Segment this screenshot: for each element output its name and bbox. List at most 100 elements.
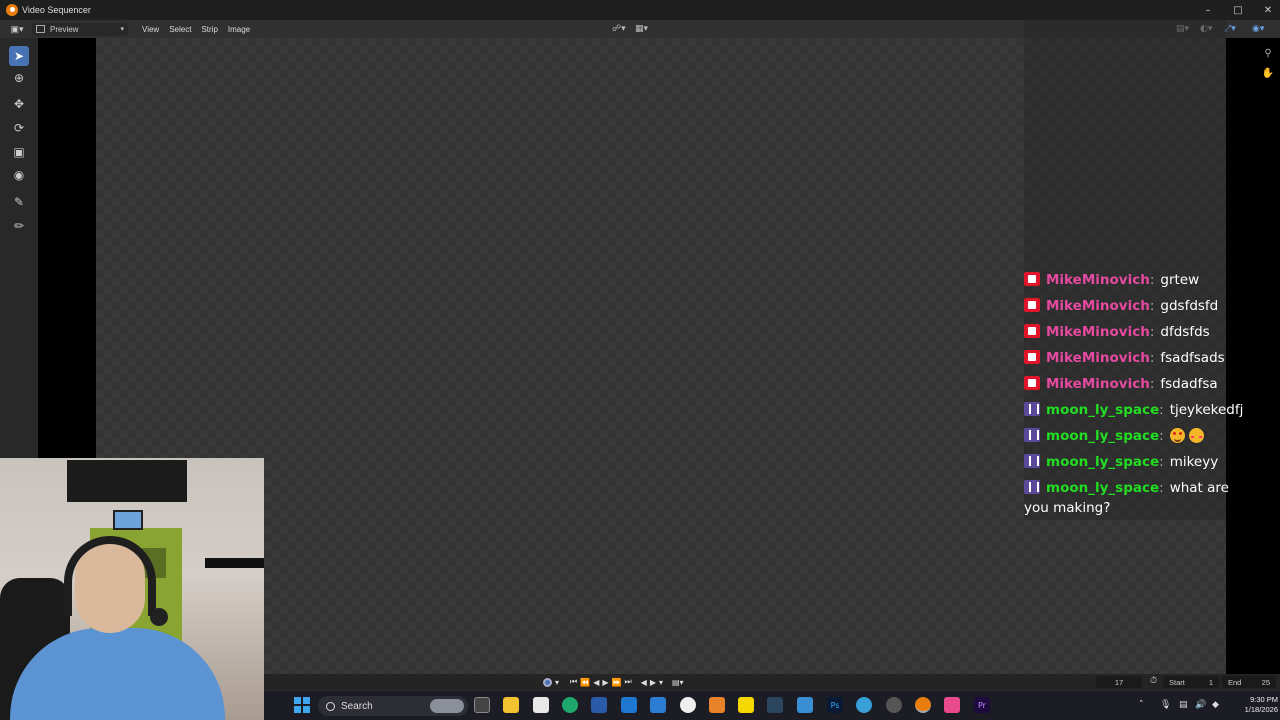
current-frame-field[interactable]: 17 [1096, 676, 1142, 688]
editor-type-menu[interactable]: ▣▾ [8, 23, 26, 35]
maximize-button[interactable]: □ [1223, 0, 1253, 20]
sample-tool-icon[interactable]: ✎ [9, 192, 29, 212]
zoom-icon[interactable]: ⚲ [1260, 48, 1276, 62]
play-reverse-icon[interactable]: ◀ [593, 678, 599, 687]
taskbar-search[interactable]: Search [318, 696, 468, 716]
pan-hand-icon[interactable]: ✋ [1260, 68, 1276, 82]
playback-controls: ▾ ⏮ ⏪ ◀ ▶ ⏩ ⏭ ◀ ▶ ▾ ▤▾ [543, 676, 684, 688]
menu-image[interactable]: Image [228, 25, 250, 34]
select-tool-icon[interactable]: ➤ [9, 46, 29, 66]
app-icon[interactable] [944, 697, 960, 713]
webcam-keyboard [205, 558, 264, 568]
start-frame-field[interactable]: Start 1 [1163, 676, 1219, 688]
chat-message: moon_ly_space: [1024, 426, 1280, 446]
edge-browser-icon[interactable] [562, 697, 578, 713]
chevron-up-icon[interactable]: ˄ [1139, 700, 1144, 710]
chat-username: MikeMinovich [1046, 272, 1150, 288]
menu-select[interactable]: Select [169, 25, 191, 34]
network-icon[interactable]: ▤ [1179, 700, 1188, 710]
move-tool-icon[interactable]: ✥ [9, 94, 29, 114]
transform-tool-icon[interactable]: ◉ [9, 165, 29, 185]
chat-message: MikeMinovich: gdsfdsfd [1024, 296, 1280, 316]
youtube-icon [1024, 272, 1040, 286]
windows-start-icon[interactable] [294, 697, 310, 713]
microphone-tray-icon[interactable]: 🎙 [1160, 700, 1171, 710]
overlay-snap-icon[interactable]: ▦▾ [635, 22, 648, 36]
microphone-icon [150, 608, 168, 626]
snap-icon[interactable]: ☍▾ [612, 22, 626, 36]
chat-message: MikeMinovich: grtew [1024, 270, 1280, 290]
search-label: Search [341, 700, 373, 712]
window-title: Video Sequencer [22, 5, 91, 15]
microsoft-store-icon[interactable] [533, 697, 549, 713]
clock-time: 9:30 PM [1250, 695, 1278, 704]
marker-back-icon[interactable]: ◀ [641, 678, 647, 687]
annotate-tool-icon[interactable]: ✏ [9, 216, 29, 236]
chat-text: gdsfdsfd [1160, 298, 1219, 314]
view-mode-select[interactable]: Preview ▾ [32, 22, 128, 36]
play-icon[interactable]: ▶ [602, 678, 608, 687]
chat-username: moon_ly_space [1046, 454, 1160, 470]
auto-keying-record-button[interactable] [543, 677, 552, 687]
start-label: Start [1169, 677, 1185, 687]
sticky-notes-icon[interactable] [738, 697, 754, 713]
close-button[interactable]: ✕ [1253, 0, 1280, 20]
jump-keyframe-forward-icon[interactable]: ⏩ [612, 678, 622, 687]
chevron-down-icon: ▾ [120, 26, 124, 33]
rotate-tool-icon[interactable]: ⟳ [9, 118, 29, 138]
search-highlight-icon [430, 699, 464, 713]
menu-view[interactable]: View [142, 25, 159, 34]
blender-logo-icon [6, 4, 18, 16]
taskbar-clock[interactable]: 9:30 PM 1/18/2026 [1228, 695, 1278, 715]
search-icon [326, 701, 335, 711]
chevron-down-icon[interactable]: ▾ [555, 678, 559, 687]
marker-forward-icon[interactable]: ▶ [650, 678, 656, 687]
clock-date: 1/18/2026 [1244, 705, 1278, 714]
overlays-icon[interactable]: ◉▾ [1252, 22, 1264, 36]
chat-username: MikeMinovich [1046, 376, 1150, 392]
jump-end-icon[interactable]: ⏭ [624, 677, 631, 687]
end-frame-field[interactable]: End 25 [1222, 676, 1276, 688]
menu-strip[interactable]: Strip [201, 25, 217, 34]
preview-icon [36, 25, 45, 33]
chat-username: MikeMinovich [1046, 298, 1150, 314]
chat-username: MikeMinovich [1046, 324, 1150, 340]
notification-icon[interactable]: ◆ [1212, 700, 1219, 710]
globe-icon[interactable] [856, 697, 872, 713]
chevron-down-icon[interactable]: ▾ [659, 678, 663, 687]
keying-set-icon[interactable]: ▤▾ [672, 678, 684, 687]
word-icon[interactable] [591, 697, 607, 713]
app-icon[interactable] [709, 697, 725, 713]
discord-icon[interactable] [680, 697, 696, 713]
chat-text: fsadfsads [1160, 350, 1225, 366]
chat-username: MikeMinovich [1046, 350, 1150, 366]
jump-start-icon[interactable]: ⏮ [570, 677, 577, 687]
chatgpt-icon[interactable] [886, 697, 902, 713]
blender-icon[interactable] [915, 697, 931, 713]
jump-keyframe-back-icon[interactable]: ⏪ [580, 678, 590, 687]
volume-icon[interactable]: 🔊 [1195, 700, 1206, 710]
end-value: 25 [1261, 677, 1270, 687]
vscode-icon[interactable] [650, 697, 666, 713]
twitch-icon [1024, 454, 1040, 468]
chat-message: moon_ly_space: mikeyy [1024, 452, 1280, 472]
outlook-icon[interactable] [621, 697, 637, 713]
premiere-icon[interactable]: Pr [974, 697, 990, 713]
minimize-button[interactable]: – [1193, 0, 1223, 20]
file-explorer-icon[interactable] [503, 697, 519, 713]
youtube-icon [1024, 376, 1040, 390]
cursor-tool-icon[interactable]: ⊕ [9, 68, 29, 88]
twitch-icon [1024, 428, 1040, 442]
preview-range-icon[interactable]: ⏱ [1150, 676, 1157, 686]
chat-text: grtew [1160, 272, 1200, 288]
photoshop-icon[interactable]: Ps [827, 697, 843, 713]
heart-eyes-emoji-icon [1169, 428, 1185, 443]
task-view-icon[interactable] [474, 697, 490, 713]
app-icon[interactable] [797, 697, 813, 713]
scale-tool-icon[interactable]: ▣ [9, 142, 29, 162]
chat-username: moon_ly_space [1046, 402, 1160, 418]
youtube-icon [1024, 350, 1040, 364]
view-mode-label: Preview [50, 24, 79, 34]
steam-icon[interactable] [767, 697, 783, 713]
chat-message: MikeMinovich: fsadfsads [1024, 348, 1280, 368]
